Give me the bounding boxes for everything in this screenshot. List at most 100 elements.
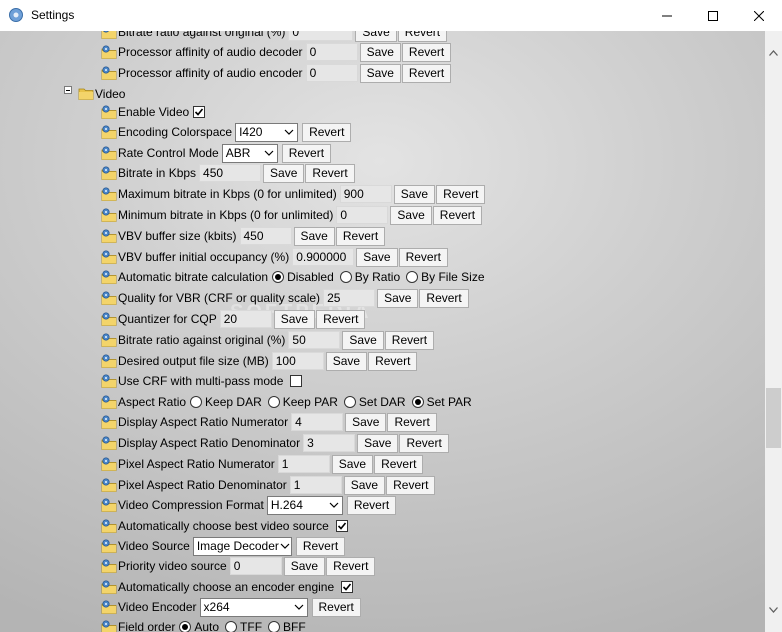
colorspace-select[interactable]: I420 (235, 122, 299, 142)
revert-button[interactable]: Revert (335, 226, 386, 246)
save-button[interactable]: Save (283, 556, 326, 576)
check-icon (337, 521, 347, 531)
revert-button[interactable]: Revert (401, 63, 452, 83)
collapse-toggle[interactable] (64, 86, 72, 94)
vbv-size-input[interactable]: 450 (239, 227, 292, 245)
save-button[interactable]: Save (390, 205, 432, 225)
tree-group-video[interactable]: Video (78, 84, 125, 104)
save-button[interactable]: Save (293, 226, 335, 246)
setting-icon (101, 269, 117, 285)
quality-vbr-input[interactable]: 25 (323, 289, 376, 307)
revert-button[interactable]: Revert (281, 143, 332, 163)
save-button[interactable]: Save (359, 63, 401, 83)
radio-by-file-size[interactable] (406, 271, 419, 283)
setting-colorspace: Encoding Colorspace I420 Revert (101, 122, 352, 142)
par-denominator-input[interactable]: 1 (289, 476, 342, 494)
revert-button[interactable]: Revert (316, 309, 366, 329)
revert-button[interactable]: Revert (397, 31, 448, 42)
setting-icon (101, 477, 117, 493)
save-button[interactable]: Save (356, 247, 398, 267)
radio-bff[interactable] (268, 621, 281, 632)
quantizer-input[interactable]: 20 (219, 310, 272, 328)
revert-button[interactable]: Revert (311, 597, 361, 617)
scroll-up-button[interactable] (765, 44, 782, 61)
revert-button[interactable]: Revert (302, 122, 352, 142)
video-encoder-select[interactable]: x264 (199, 597, 308, 617)
crf-multipass-checkbox[interactable] (290, 375, 303, 387)
radio-keep-dar[interactable] (190, 396, 203, 408)
revert-button[interactable]: Revert (386, 475, 436, 495)
revert-button[interactable]: Revert (436, 184, 486, 204)
output-size-input[interactable]: 100 (271, 352, 324, 370)
bitrate-input[interactable]: 450 (199, 164, 262, 182)
save-button[interactable]: Save (345, 412, 387, 432)
auto-source-checkbox[interactable] (335, 520, 348, 532)
revert-button[interactable]: Revert (384, 330, 435, 350)
video-source-select[interactable]: Image Decoder (192, 536, 292, 556)
scroll-down-button[interactable] (765, 601, 782, 618)
save-button[interactable]: Save (357, 433, 399, 453)
par-numerator-input[interactable]: 1 (277, 455, 330, 473)
revert-button[interactable]: Revert (419, 288, 469, 308)
save-button[interactable]: Save (377, 288, 419, 308)
radio-set-par[interactable] (411, 396, 424, 408)
radio-tff[interactable] (225, 621, 238, 632)
revert-button[interactable]: Revert (432, 205, 483, 225)
scroll-thumb[interactable] (766, 388, 781, 448)
save-button[interactable]: Save (355, 31, 397, 42)
revert-button[interactable]: Revert (387, 412, 437, 432)
affinity-encoder-input[interactable]: 0 (305, 64, 358, 82)
setting-bitrate-ratio: Bitrate ratio against original (%) 50 Sa… (101, 330, 435, 350)
close-button[interactable] (736, 0, 782, 31)
radio-disabled[interactable] (272, 271, 285, 283)
dar-denominator-input[interactable]: 3 (303, 434, 356, 452)
check-icon (342, 582, 352, 592)
affinity-decoder-input[interactable]: 0 (305, 43, 358, 61)
setting-icon (101, 249, 117, 265)
setting-icon (101, 104, 117, 120)
radio-set-dar[interactable] (343, 396, 356, 408)
maximize-button[interactable] (690, 0, 736, 31)
vertical-scrollbar[interactable] (765, 31, 782, 632)
compression-format-select[interactable]: H.264 (266, 495, 343, 515)
rate-control-select[interactable]: ABR (221, 143, 278, 163)
save-button[interactable]: Save (343, 475, 386, 495)
priority-source-input[interactable]: 0 (229, 557, 282, 575)
revert-button[interactable]: Revert (346, 495, 397, 515)
setting-bitrate-ratio-top: Bitrate ratio against original (%) 0 Sav… (101, 31, 448, 42)
revert-button[interactable]: Revert (399, 433, 449, 453)
setting-aspect-ratio: Aspect Ratio Keep DAR Keep PAR Set DAR S… (101, 392, 474, 412)
save-button[interactable]: Save (325, 351, 368, 371)
vbv-occupancy-input[interactable]: 0.900000 (292, 248, 355, 266)
dar-numerator-input[interactable]: 4 (291, 413, 344, 431)
auto-encoder-checkbox[interactable] (341, 581, 354, 593)
radio-auto[interactable] (179, 621, 192, 632)
save-button[interactable]: Save (273, 309, 316, 329)
max-bitrate-input[interactable]: 900 (339, 185, 392, 203)
revert-button[interactable]: Revert (398, 247, 448, 267)
setting-compression-format: Video Compression Format H.264 Revert (101, 495, 397, 515)
bitrate-ratio-input[interactable]: 50 (288, 331, 341, 349)
save-button[interactable]: Save (263, 163, 305, 183)
save-button[interactable]: Save (331, 454, 374, 474)
min-bitrate-input[interactable]: 0 (336, 206, 389, 224)
revert-button[interactable]: Revert (326, 556, 376, 576)
revert-button[interactable]: Revert (305, 163, 355, 183)
revert-button[interactable]: Revert (374, 454, 424, 474)
save-button[interactable]: Save (342, 330, 384, 350)
revert-button[interactable]: Revert (401, 42, 452, 62)
setting-icon (101, 599, 117, 615)
save-button[interactable]: Save (359, 42, 401, 62)
save-button[interactable]: Save (393, 184, 436, 204)
radio-by-ratio[interactable] (339, 271, 352, 283)
setting-priority-source: Priority video source 0 Save Revert (101, 556, 376, 576)
setting-icon (101, 435, 117, 451)
radio-keep-par[interactable] (267, 396, 280, 408)
setting-rate-control: Rate Control Mode ABR Revert (101, 143, 332, 163)
bitrate-ratio-top-input[interactable]: 0 (288, 31, 354, 41)
enable-video-checkbox[interactable] (193, 106, 206, 118)
revert-button[interactable]: Revert (295, 536, 346, 556)
setting-icon (101, 332, 117, 348)
revert-button[interactable]: Revert (368, 351, 418, 371)
minimize-button[interactable] (644, 0, 690, 31)
